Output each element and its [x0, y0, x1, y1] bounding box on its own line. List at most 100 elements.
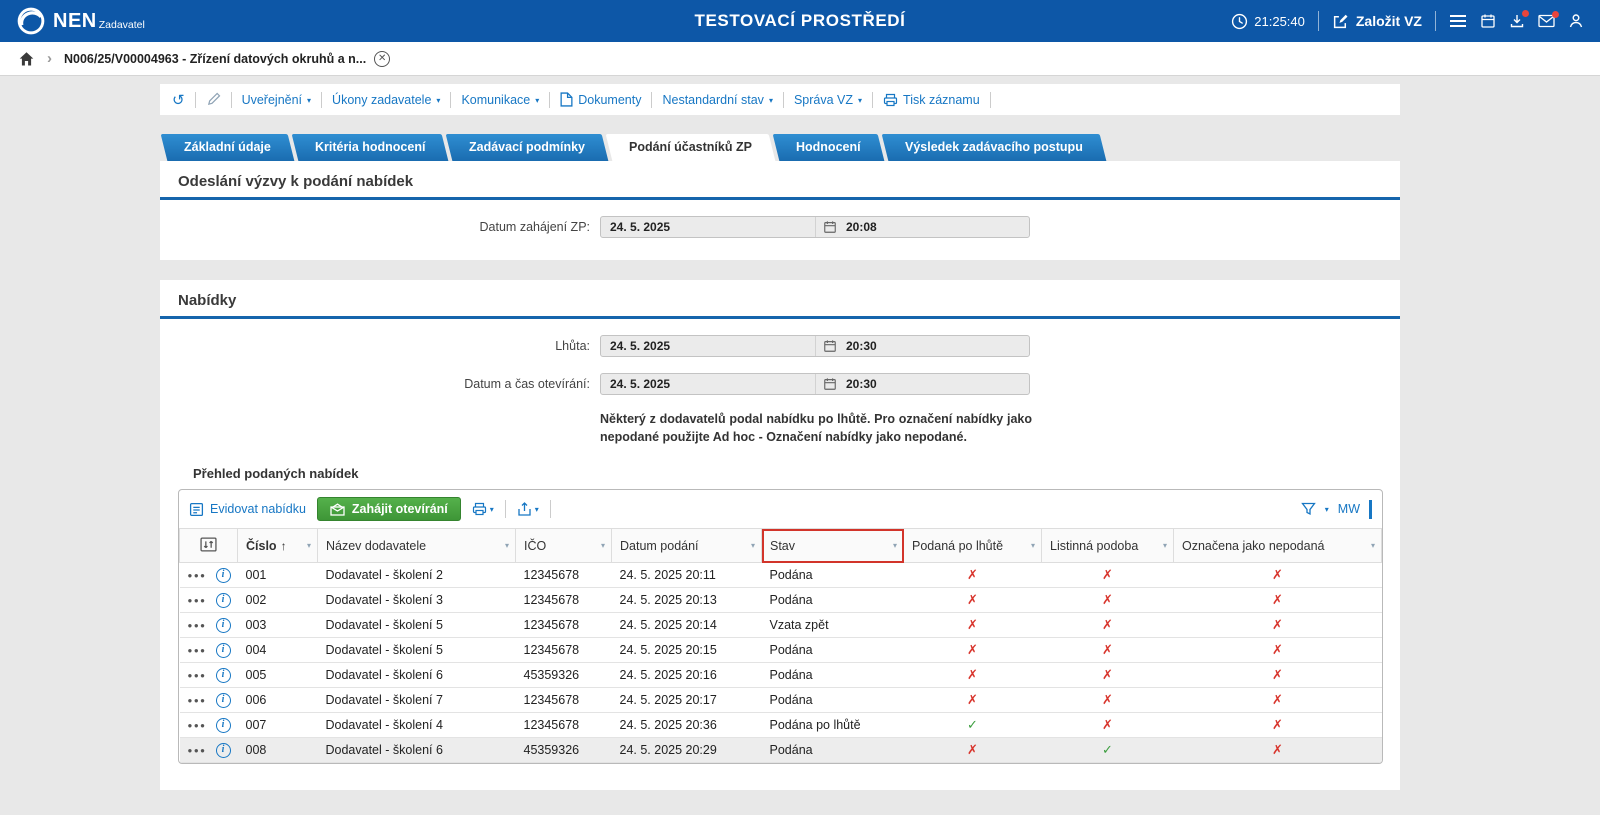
info-icon[interactable]: i — [216, 743, 231, 758]
filter-caret-icon[interactable]: ▾ — [751, 541, 755, 550]
row-menu-icon[interactable]: ●●● — [188, 696, 207, 705]
tab-podani-ucastniku-zp[interactable]: Podání účastníků ZP — [606, 134, 776, 161]
row-menu-icon[interactable]: ●●● — [188, 571, 207, 580]
menu-icon[interactable] — [1449, 14, 1467, 28]
table-row[interactable]: ●●●i 001 Dodavatel - školení 2 12345678 … — [180, 563, 1382, 588]
cell-ico: 12345678 — [516, 638, 612, 663]
datetime-input-lhuta[interactable]: 24. 5. 2025 20:30 — [600, 335, 1030, 357]
table-row[interactable]: ●●●i 008 Dodavatel - školení 6 45359326 … — [180, 738, 1382, 763]
time-value[interactable]: 20:30 — [846, 377, 877, 391]
user-icon[interactable] — [1568, 13, 1584, 29]
filter-caret-icon[interactable]: ▾ — [1163, 541, 1167, 550]
toolbar-item-ukony-zadavatele[interactable]: Úkony zadavatele ▾ — [332, 93, 440, 107]
cell-stav: Podána — [762, 738, 904, 763]
mw-indicator — [1369, 500, 1372, 519]
cell-listinna-mark — [1042, 563, 1174, 588]
info-icon[interactable]: i — [216, 568, 231, 583]
row-menu-icon[interactable]: ●●● — [188, 646, 207, 655]
row-menu-icon[interactable]: ●●● — [188, 671, 207, 680]
export-button[interactable]: ▾ — [517, 502, 539, 517]
info-icon[interactable]: i — [216, 593, 231, 608]
table-row[interactable]: ●●●i 007 Dodavatel - školení 4 12345678 … — [180, 713, 1382, 738]
row-menu-icon[interactable]: ●●● — [188, 746, 207, 755]
history-icon[interactable]: ↺ — [172, 91, 185, 109]
tab-hodnoceni[interactable]: Hodnocení — [773, 134, 884, 161]
table-row[interactable]: ●●●i 003 Dodavatel - školení 5 12345678 … — [180, 613, 1382, 638]
cell-nepodana-mark — [1174, 588, 1382, 613]
edit-pencil-icon[interactable] — [206, 92, 221, 107]
row-menu-icon[interactable]: ●●● — [188, 721, 207, 730]
cell-nazev: Dodavatel - školení 6 — [318, 663, 516, 688]
filter-caret-icon[interactable]: ▾ — [1031, 541, 1035, 550]
mail-icon[interactable] — [1538, 14, 1555, 28]
tab-zadavaci-podminky[interactable]: Zadávací podmínky — [446, 134, 609, 161]
row-menu-icon[interactable]: ●●● — [188, 621, 207, 630]
table-row[interactable]: ●●●i 004 Dodavatel - školení 5 12345678 … — [180, 638, 1382, 663]
toolbar-item-nestandardni-stav[interactable]: Nestandardní stav ▾ — [662, 93, 772, 107]
cell-stav: Vzata zpět — [762, 613, 904, 638]
date-value[interactable]: 24. 5. 2025 — [601, 339, 815, 353]
toolbar-item-sprava-vz[interactable]: Správa VZ ▾ — [794, 93, 862, 107]
datetime-input-zahajeni[interactable]: 24. 5. 2025 20:08 — [600, 216, 1030, 238]
info-icon[interactable]: i — [216, 668, 231, 683]
print-table-button[interactable]: ▾ — [472, 502, 494, 516]
zahajit-otevirani-button[interactable]: Zahájit otevírání — [317, 497, 461, 521]
download-icon[interactable] — [1509, 13, 1525, 29]
info-icon[interactable]: i — [216, 718, 231, 733]
column-header-oznacena-jako-nepodana[interactable]: Označena jako nepodaná ▾ — [1174, 529, 1382, 563]
toolbar-label: Správa VZ — [794, 93, 853, 107]
date-value[interactable]: 24. 5. 2025 — [601, 220, 815, 234]
toolbar-label: Komunikace — [461, 93, 530, 107]
table-row[interactable]: ●●●i 006 Dodavatel - školení 7 12345678 … — [180, 688, 1382, 713]
create-vz-button[interactable]: Založit VZ — [1332, 13, 1422, 30]
tab-kriteria-hodnoceni[interactable]: Kritéria hodnocení — [291, 134, 448, 161]
column-header-ico[interactable]: IČO ▾ — [516, 529, 612, 563]
filter-caret-icon[interactable]: ▾ — [307, 541, 311, 550]
filter-caret-icon[interactable]: ▾ — [893, 541, 897, 550]
row-menu-icon[interactable]: ●●● — [188, 596, 207, 605]
filter-caret-icon[interactable]: ▾ — [601, 541, 605, 550]
filter-caret-icon[interactable]: ▾ — [1371, 541, 1375, 550]
column-header-cislo[interactable]: Číslo↑ ▾ — [238, 529, 318, 563]
tab-vysledek-zadavaciho-postupu[interactable]: Výsledek zadávacího postupu — [881, 134, 1106, 161]
table-row[interactable]: ●●●i 005 Dodavatel - školení 6 45359326 … — [180, 663, 1382, 688]
cell-po-lhute-mark — [904, 713, 1042, 738]
toolbar-item-tisk-zaznamu[interactable]: Tisk záznamu — [883, 93, 980, 107]
column-settings-button[interactable] — [180, 529, 238, 563]
breadcrumb-record-tab[interactable]: N006/25/V00004963 - Zřízení datových okr… — [64, 51, 390, 67]
cell-listinna-mark — [1042, 638, 1174, 663]
chevron-down-icon[interactable]: ▾ — [1325, 505, 1329, 514]
mw-toggle[interactable]: MW — [1338, 502, 1360, 516]
cell-nazev: Dodavatel - školení 7 — [318, 688, 516, 713]
column-header-nazev-dodavatele[interactable]: Název dodavatele ▾ — [318, 529, 516, 563]
date-value[interactable]: 24. 5. 2025 — [601, 377, 815, 391]
zahajit-label: Zahájit otevírání — [352, 502, 448, 516]
toolbar-item-dokumenty[interactable]: Dokumenty — [560, 92, 641, 107]
nen-logo[interactable]: NEN Zadavatel — [16, 6, 145, 36]
column-header-podana-po-lhute[interactable]: Podaná po lhůtě ▾ — [904, 529, 1042, 563]
toolbar-item-uverejneni[interactable]: Uveřejnění ▾ — [242, 93, 311, 107]
calendar-icon[interactable] — [1480, 13, 1496, 29]
close-icon[interactable]: ✕ — [374, 51, 390, 67]
column-header-datum-podani[interactable]: Datum podání ▾ — [612, 529, 762, 563]
filter-button[interactable] — [1301, 502, 1316, 516]
datetime-input-otevirani[interactable]: 24. 5. 2025 20:30 — [600, 373, 1030, 395]
filter-caret-icon[interactable]: ▾ — [505, 541, 509, 550]
environment-title: TESTOVACÍ PROSTŘEDÍ — [694, 11, 905, 31]
tab-zakladni-udaje[interactable]: Základní údaje — [161, 134, 295, 161]
column-header-listinna-podoba[interactable]: Listinná podoba ▾ — [1042, 529, 1174, 563]
cell-cislo: 004 — [238, 638, 318, 663]
info-icon[interactable]: i — [216, 618, 231, 633]
time-value[interactable]: 20:30 — [846, 339, 877, 353]
info-icon[interactable]: i — [216, 643, 231, 658]
cell-nazev: Dodavatel - školení 4 — [318, 713, 516, 738]
info-icon[interactable]: i — [216, 693, 231, 708]
table-row[interactable]: ●●●i 002 Dodavatel - školení 3 12345678 … — [180, 588, 1382, 613]
time-value[interactable]: 20:08 — [846, 220, 877, 234]
evidovat-nabidku-button[interactable]: Evidovat nabídku — [189, 502, 306, 517]
toolbar-item-komunikace[interactable]: Komunikace ▾ — [461, 93, 539, 107]
cell-nepodana-mark — [1174, 688, 1382, 713]
home-icon[interactable] — [18, 51, 35, 67]
column-header-stav[interactable]: Stav ▾ — [762, 529, 904, 563]
cell-stav: Podána — [762, 638, 904, 663]
